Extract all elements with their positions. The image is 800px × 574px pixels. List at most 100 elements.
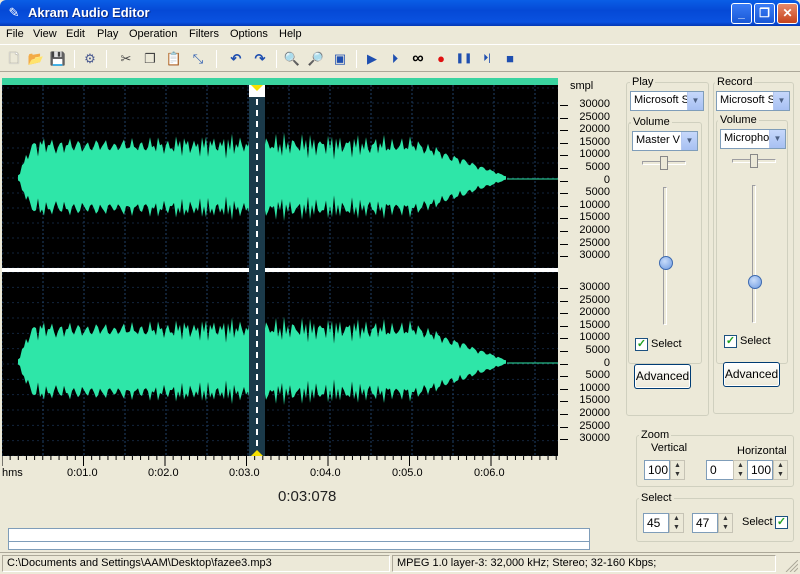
play-volume-source-select[interactable]: Master V ▼ — [632, 131, 698, 151]
zoom-vertical-spinner[interactable]: ▲ ▼ — [670, 460, 685, 480]
ruler-tick — [560, 117, 568, 119]
ruler-label: 20000 — [579, 224, 610, 236]
redo-icon[interactable]: ↷ — [250, 49, 270, 69]
zoom-horizontal-from-spinner[interactable]: ▲ ▼ — [733, 460, 748, 480]
undo-icon[interactable]: ↶ — [226, 49, 246, 69]
close-button[interactable]: ✕ — [777, 3, 798, 24]
settings-icon[interactable]: ⚙ — [80, 49, 100, 69]
ruler-tick — [560, 414, 568, 415]
select-checkbox-label: Select — [742, 516, 773, 528]
ruler-label: 5000 — [585, 344, 610, 356]
copy-icon[interactable]: ❐ — [140, 49, 160, 69]
ruler-label: 0 — [603, 173, 610, 186]
menu-options[interactable]: Options — [230, 28, 268, 40]
menu-edit[interactable]: Edit — [66, 28, 85, 40]
ruler-label: 0 — [603, 356, 610, 369]
select-checkbox[interactable]: ✓ — [775, 516, 788, 529]
new-icon[interactable]: 🗋 — [4, 49, 24, 69]
pause-icon[interactable]: ❚❚ — [454, 49, 474, 69]
play-volume-source-value: Master V — [636, 134, 681, 146]
zoom-out-icon[interactable]: 🔎 — [306, 49, 326, 69]
select-from-spinner[interactable]: ▲ ▼ — [669, 513, 684, 533]
ruler-label: 20000 — [579, 123, 610, 136]
zoom-horizontal-spinner[interactable]: ▲ ▼ — [773, 460, 788, 480]
play-device-select[interactable]: Microsoft S ▼ — [630, 91, 704, 111]
ruler-tick — [560, 300, 568, 302]
ruler-tick — [560, 256, 568, 258]
play-balance-thumb[interactable] — [660, 156, 668, 170]
menu-filters[interactable]: Filters — [189, 28, 219, 40]
ruler-tick — [560, 155, 568, 157]
menu-operation[interactable]: Operation — [129, 28, 177, 40]
ruler-label: 5000 — [585, 186, 610, 199]
chevron-down-icon: ▼ — [769, 130, 785, 148]
resize-grip-icon[interactable] — [784, 560, 798, 572]
select-to-spinner[interactable]: ▲ ▼ — [718, 513, 733, 533]
ruler-label: 20000 — [579, 306, 610, 319]
play-selection-icon[interactable]: ⏵| — [477, 49, 497, 69]
play-select-label: Select — [651, 338, 682, 350]
chevron-down-icon: ▼ — [773, 92, 789, 110]
play-loop-icon[interactable]: ⏵ — [385, 49, 405, 69]
record-select-checkbox[interactable]: ✓ — [724, 335, 737, 348]
record-icon[interactable]: ● — [431, 49, 451, 69]
menu-file[interactable]: File — [6, 28, 24, 40]
ruler-tick — [560, 376, 568, 378]
minimize-button[interactable]: _ — [731, 3, 752, 24]
ruler-unit: smpl — [570, 80, 594, 92]
record-advanced-button[interactable]: Advanced — [723, 362, 780, 387]
ruler-label: 10000 — [579, 381, 610, 394]
chevron-down-icon: ▼ — [681, 132, 697, 150]
stop-icon[interactable]: ■ — [500, 49, 520, 69]
window-title: Akram Audio Editor — [28, 5, 150, 20]
ruler-label: 15000 — [579, 135, 610, 148]
record-group-label: Record — [715, 76, 755, 88]
record-balance-thumb[interactable] — [750, 154, 758, 168]
time-label: 0:04.0 — [310, 467, 341, 479]
record-volume-source-value: Micropho — [724, 132, 770, 144]
open-icon[interactable]: 📂 — [26, 49, 46, 69]
save-icon[interactable]: 💾 — [48, 49, 68, 69]
trim-icon[interactable]: ⤡ — [188, 49, 208, 69]
ruler-label: 20000 — [579, 407, 610, 419]
time-label: 0:05.0 — [392, 467, 423, 479]
toolbar: 🗋 📂 💾 ⚙ ✂ ❐ 📋 ⤡ ↶ ↷ 🔍 🔎 ▣ ▶ ⏵ ∞ ● ❚❚ ⏵| … — [0, 44, 800, 72]
record-volume-thumb[interactable] — [748, 274, 762, 289]
ruler-label: 25000 — [579, 419, 610, 432]
ruler-label: 5000 — [585, 161, 610, 173]
select-from-input[interactable]: 45 — [643, 513, 669, 533]
ruler-tick — [560, 439, 568, 441]
ruler-tick — [560, 180, 568, 182]
ruler-tick — [560, 388, 568, 390]
time-label: 0:02.0 — [148, 467, 179, 479]
cut-icon[interactable]: ✂ — [116, 49, 136, 69]
time-ruler: hms 0:01.0 0:02.0 0:03.0 0:04.0 0:05.0 0… — [2, 456, 558, 482]
play-advanced-button[interactable]: Advanced — [634, 364, 691, 389]
play-select-checkbox[interactable]: ✓ — [635, 338, 648, 351]
zoom-horizontal-input[interactable]: 100 — [747, 460, 773, 480]
record-volume-slider[interactable] — [752, 185, 756, 323]
menu-play[interactable]: Play — [97, 28, 118, 40]
play-icon[interactable]: ▶ — [362, 49, 382, 69]
waveform-display[interactable] — [2, 78, 558, 456]
ruler-tick — [560, 142, 568, 144]
record-volume-source-select[interactable]: Micropho ▼ — [720, 129, 786, 149]
record-device-select[interactable]: Microsoft S ▼ — [716, 91, 790, 111]
zoom-vertical-input[interactable]: 100 — [644, 460, 670, 480]
menu-help[interactable]: Help — [279, 28, 302, 40]
zoom-fit-icon[interactable]: ▣ — [330, 49, 350, 69]
status-bar: C:\Documents and Settings\AAM\Desktop\fa… — [0, 552, 800, 574]
zoom-horizontal-from-input[interactable]: 0 — [706, 460, 734, 480]
chevron-down-icon: ▼ — [687, 92, 703, 110]
maximize-button[interactable]: ❐ — [754, 3, 775, 24]
loop-icon[interactable]: ∞ — [408, 49, 428, 69]
zoom-in-icon[interactable]: 🔍 — [282, 49, 302, 69]
select-to-input[interactable]: 47 — [692, 513, 718, 533]
paste-icon[interactable]: 📋 — [164, 49, 184, 69]
ruler-label: 10000 — [579, 198, 610, 211]
ruler-tick — [560, 130, 568, 132]
ruler-label: 15000 — [579, 394, 610, 407]
zoom-horizontal-label: Horizontal — [737, 445, 787, 457]
play-volume-thumb[interactable] — [659, 255, 673, 270]
menu-view[interactable]: View — [33, 28, 57, 40]
